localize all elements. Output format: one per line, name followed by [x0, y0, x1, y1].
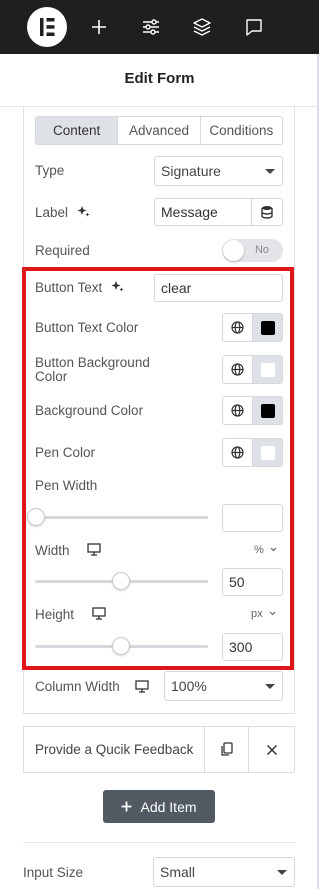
desktop-icon[interactable]	[135, 680, 149, 693]
chevron-down-icon	[269, 611, 276, 616]
plus-icon[interactable]	[87, 15, 111, 39]
divider	[0, 106, 319, 107]
sliders-icon[interactable]	[139, 15, 163, 39]
globe-icon[interactable]	[223, 356, 253, 383]
button-text-label-text: Button Text	[35, 280, 103, 295]
color-swatch-area[interactable]	[253, 439, 282, 466]
type-select[interactable]: Signature	[154, 156, 283, 186]
color-swatch	[260, 403, 275, 418]
close-icon	[266, 744, 277, 755]
panel-border	[23, 713, 295, 714]
height-label: Height	[35, 607, 75, 622]
button-text-input[interactable]: clear	[154, 274, 283, 302]
caret-down-icon	[265, 169, 275, 174]
caret-down-icon	[277, 870, 287, 875]
tab-conditions[interactable]: Conditions	[200, 117, 282, 144]
pen-width-label: Pen Width	[35, 478, 98, 493]
height-unit: px	[251, 608, 263, 620]
input-size-label: Input Size	[23, 865, 84, 880]
input-size-value: Small	[160, 864, 196, 880]
add-item-label: Add Item	[140, 798, 197, 815]
top-toolbar	[0, 0, 319, 54]
duplicate-button[interactable]	[205, 727, 250, 772]
background-color-picker[interactable]	[222, 396, 283, 425]
label-label: Label	[35, 205, 90, 221]
ai-sparkle-icon[interactable]	[111, 280, 124, 293]
button-bg-color-picker[interactable]	[222, 355, 283, 384]
globe-icon[interactable]	[223, 314, 253, 341]
panel-edge	[317, 54, 319, 889]
toggle-text: No	[254, 244, 269, 256]
feedback-text[interactable]: Provide a Qucik Feedback	[24, 727, 205, 772]
divider	[23, 842, 295, 843]
button-bg-color-label-line2: Color	[35, 369, 68, 384]
button-text-color-picker[interactable]	[222, 313, 283, 342]
dynamic-tags-button[interactable]	[251, 198, 283, 226]
height-input[interactable]: 300	[222, 633, 283, 661]
chat-icon[interactable]	[242, 15, 266, 39]
chevron-down-icon	[270, 547, 277, 552]
globe-icon[interactable]	[223, 397, 253, 424]
tab-content[interactable]: Content	[36, 117, 119, 144]
type-label: Type	[35, 163, 65, 178]
required-toggle[interactable]: No	[222, 239, 283, 262]
page-title: Edit Form	[124, 70, 195, 87]
ai-sparkle-icon[interactable]	[77, 205, 90, 218]
remove-button[interactable]	[249, 727, 294, 772]
height-slider-handle[interactable]	[112, 637, 130, 655]
column-width-label: Column Width	[35, 679, 120, 694]
pen-width-slider-handle[interactable]	[27, 508, 45, 526]
color-swatch	[260, 320, 275, 335]
copy-icon	[221, 742, 233, 756]
add-item-button[interactable]: Add Item	[103, 790, 215, 823]
feedback-item: Provide a Qucik Feedback	[23, 726, 295, 773]
column-width-value: 100%	[171, 678, 207, 694]
color-swatch	[260, 362, 275, 377]
database-icon	[261, 206, 273, 219]
background-color-label: Background Color	[35, 403, 144, 418]
label-label-text: Label	[35, 205, 69, 220]
desktop-icon[interactable]	[92, 607, 106, 620]
pen-width-slider-track[interactable]	[35, 516, 208, 519]
width-input[interactable]: 50	[222, 568, 283, 596]
color-swatch-area[interactable]	[253, 314, 282, 341]
input-size-select[interactable]: Small	[153, 857, 295, 887]
pen-color-picker[interactable]	[222, 438, 283, 467]
tab-advanced[interactable]: Advanced	[118, 117, 201, 144]
width-unit: %	[254, 544, 264, 556]
width-unit-select[interactable]: %	[254, 544, 277, 556]
color-swatch	[260, 445, 275, 460]
elementor-logo[interactable]	[27, 7, 67, 47]
label-input[interactable]: Message	[154, 198, 252, 226]
type-select-value: Signature	[161, 163, 221, 179]
globe-icon[interactable]	[223, 439, 253, 466]
column-width-select[interactable]: 100%	[164, 671, 283, 701]
panel-border	[294, 107, 295, 714]
color-swatch-area[interactable]	[253, 397, 282, 424]
button-bg-color-label: Button Background Color	[35, 355, 150, 385]
desktop-icon[interactable]	[87, 543, 101, 556]
required-label: Required	[35, 243, 90, 258]
plus-icon	[121, 801, 132, 812]
width-slider-handle[interactable]	[112, 572, 130, 590]
button-text-color-label: Button Text Color	[35, 320, 139, 335]
height-unit-select[interactable]: px	[251, 608, 276, 620]
layers-icon[interactable]	[190, 15, 214, 39]
toggle-knob	[223, 240, 244, 261]
color-swatch-area[interactable]	[253, 356, 282, 383]
width-label: Width	[35, 543, 70, 558]
pen-width-input[interactable]	[222, 504, 283, 532]
section-tabs: Content Advanced Conditions	[35, 116, 283, 145]
button-text-label: Button Text	[35, 280, 124, 296]
pen-color-label: Pen Color	[35, 445, 96, 460]
caret-down-icon	[265, 684, 275, 689]
